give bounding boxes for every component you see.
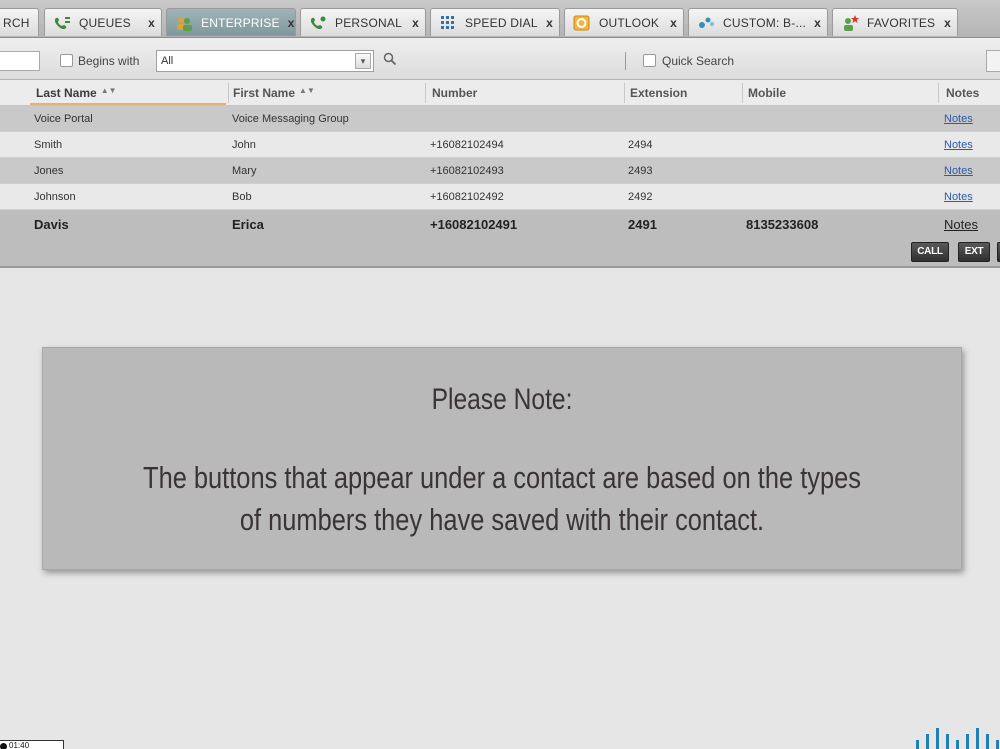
- outlook-icon: [573, 15, 591, 31]
- filter-select-value: All: [161, 55, 174, 67]
- tab-label: SPEED DIAL: [465, 15, 538, 30]
- table-row[interactable]: Jones Mary +16082102493 2493 Notes: [0, 158, 1000, 184]
- close-icon[interactable]: x: [670, 16, 677, 30]
- toolbar-divider: [625, 52, 626, 70]
- column-divider: [425, 83, 426, 103]
- column-header-last-name[interactable]: Last Name ▲▼: [36, 86, 117, 100]
- column-divider: [228, 83, 229, 103]
- tab-label: QUEUES: [79, 15, 131, 30]
- favorites-star-icon: [841, 14, 859, 31]
- table-row[interactable]: Smith John +16082102494 2494 Notes: [0, 132, 1000, 158]
- quick-search-checkbox[interactable]: [643, 54, 656, 67]
- tab-outlook[interactable]: OUTLOOK x: [564, 8, 684, 36]
- column-divider: [938, 83, 939, 103]
- cell-first-name: John: [232, 139, 256, 151]
- cell-last-name: Jones: [34, 165, 64, 177]
- close-icon[interactable]: x: [546, 16, 553, 30]
- filter-select[interactable]: All ▾: [156, 50, 374, 72]
- table-row[interactable]: Voice Portal Voice Messaging Group Notes: [0, 106, 1000, 132]
- tab-label: CUSTOM: B-...: [723, 15, 807, 30]
- cell-number: +16082102494: [430, 139, 504, 151]
- column-header-extension[interactable]: Extension: [630, 86, 687, 100]
- table-row[interactable]: Johnson Bob +16082102492 2492 Notes: [0, 184, 1000, 210]
- notes-link[interactable]: Notes: [944, 113, 973, 125]
- close-icon[interactable]: x: [814, 16, 821, 30]
- tab-label: ENTERPRISE: [201, 15, 280, 30]
- tab-label: OUTLOOK: [599, 15, 660, 30]
- cell-first-name: Erica: [232, 217, 264, 232]
- begins-with-label: Begins with: [78, 54, 140, 68]
- cell-number: +16082102493: [430, 165, 504, 177]
- cell-mobile: 8135233608: [746, 217, 819, 232]
- cell-last-name: Davis: [34, 217, 69, 232]
- notes-link[interactable]: Notes: [944, 217, 978, 232]
- cell-number: +16082102492: [430, 191, 504, 203]
- cell-last-name: Smith: [34, 139, 63, 151]
- video-timestamp: 01:40: [0, 740, 64, 749]
- cell-extension: 2492: [628, 191, 653, 203]
- table-row-selected[interactable]: Davis Erica +16082102491 2491 8135233608…: [0, 210, 1000, 268]
- tab-favorites[interactable]: FAVORITES x: [832, 8, 958, 36]
- column-header-label: First Name: [233, 86, 296, 100]
- tab-label: PERSONAL: [335, 15, 402, 30]
- record-dot-icon: [0, 743, 7, 749]
- close-icon[interactable]: x: [288, 16, 295, 30]
- personal-phone-icon: [309, 15, 327, 31]
- tab-personal[interactable]: PERSONAL x: [300, 8, 426, 36]
- cell-first-name: Mary: [232, 165, 257, 177]
- tab-label: RCH: [3, 15, 30, 30]
- column-header-notes[interactable]: Notes: [946, 86, 979, 100]
- cell-extension: 2494: [628, 139, 653, 151]
- timestamp-text: 01:40: [9, 741, 30, 749]
- cell-number: +16082102491: [430, 217, 518, 232]
- close-icon[interactable]: x: [412, 16, 419, 30]
- queue-phone-icon: [53, 15, 71, 31]
- sort-icon: ▲▼: [100, 86, 117, 95]
- tab-queues[interactable]: QUEUES x: [44, 8, 162, 36]
- sort-indicator: [30, 103, 226, 105]
- note-title: Please Note:: [431, 383, 573, 416]
- column-header-label: Last Name: [36, 86, 97, 100]
- tab-label: FAVORITES: [867, 15, 936, 30]
- column-header-number[interactable]: Number: [432, 86, 477, 100]
- begins-with-checkbox[interactable]: [60, 54, 73, 67]
- close-icon[interactable]: x: [944, 16, 951, 30]
- ext-button[interactable]: EXT: [958, 242, 990, 262]
- tab-enterprise[interactable]: ENTERPRISE x: [166, 8, 296, 36]
- column-divider: [624, 83, 625, 103]
- table-header: Last Name ▲▼ First Name ▲▼ Number Extensio…: [0, 80, 1000, 106]
- call-button[interactable]: CALL: [911, 242, 949, 262]
- note-body: The buttons that appear under a contact …: [143, 460, 861, 537]
- tab-speed-dial[interactable]: SPEED DIAL x: [430, 8, 560, 36]
- cell-first-name: Bob: [232, 191, 252, 203]
- custom-group-icon: [697, 15, 715, 31]
- notes-link[interactable]: Notes: [944, 139, 973, 151]
- enterprise-people-icon: [175, 15, 193, 31]
- search-input[interactable]: [0, 51, 40, 71]
- column-header-first-name[interactable]: First Name ▲▼: [233, 86, 315, 100]
- tab-search[interactable]: RCH: [0, 8, 39, 36]
- cisco-logo-icon: [912, 726, 1000, 749]
- keypad-icon: [439, 15, 457, 31]
- cell-extension: 2491: [628, 217, 657, 232]
- table-bottom-border: [0, 266, 1000, 268]
- column-header-mobile[interactable]: Mobile: [748, 86, 786, 100]
- column-divider: [742, 83, 743, 103]
- notes-link[interactable]: Notes: [944, 191, 973, 203]
- search-toolbar: Begins with All ▾ Quick Search: [0, 38, 1000, 80]
- tab-bar: RCH QUEUES x ENTERPRISE x PERSONAL x SPE…: [0, 0, 1000, 38]
- scroll-handle[interactable]: [986, 50, 1000, 72]
- note-callout: Please Note: The buttons that appear und…: [42, 347, 962, 570]
- cell-last-name: Voice Portal: [34, 113, 93, 125]
- tab-custom[interactable]: CUSTOM: B-... x: [688, 8, 828, 36]
- chevron-down-icon[interactable]: ▾: [355, 53, 371, 69]
- cell-extension: 2493: [628, 165, 653, 177]
- notes-link[interactable]: Notes: [944, 165, 973, 177]
- search-icon[interactable]: [383, 52, 397, 66]
- sort-icon: ▲▼: [299, 86, 315, 95]
- quick-search-label: Quick Search: [662, 54, 735, 68]
- cell-first-name: Voice Messaging Group: [232, 113, 349, 125]
- close-icon[interactable]: x: [148, 16, 155, 30]
- cell-last-name: Johnson: [34, 191, 76, 203]
